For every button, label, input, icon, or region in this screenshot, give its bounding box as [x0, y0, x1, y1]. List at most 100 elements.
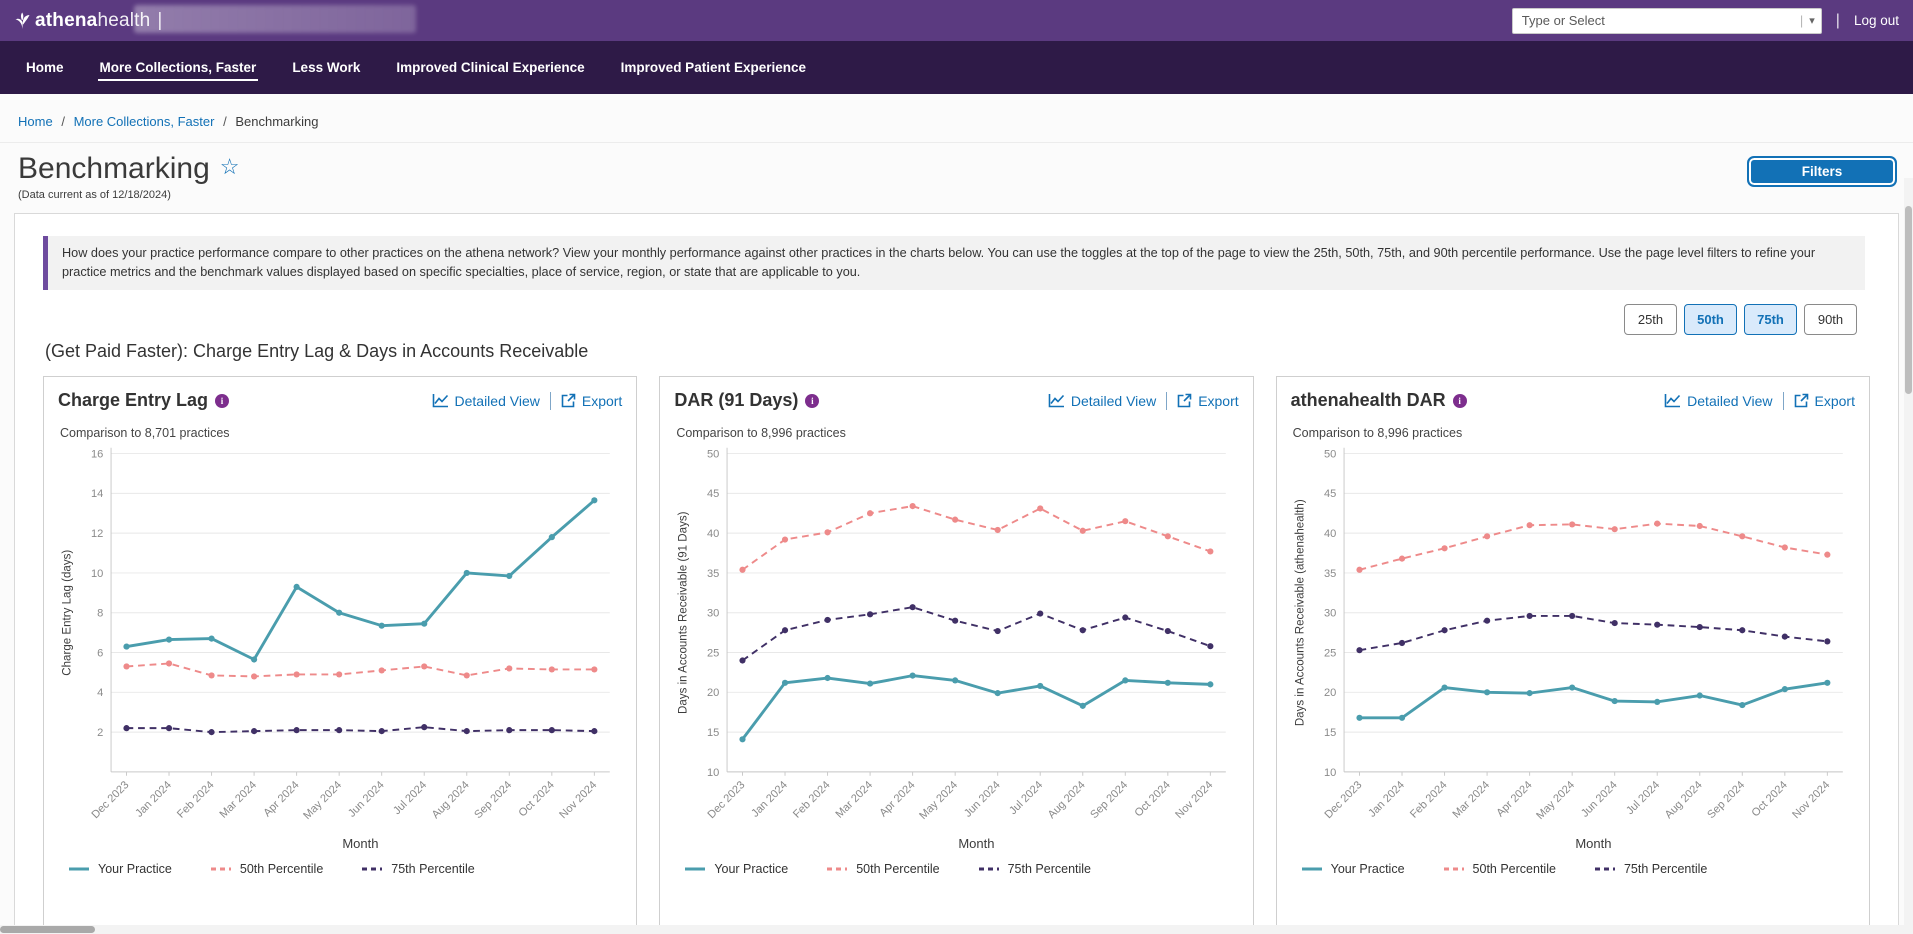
- chart-legend: Your Practice 50th Percentile 75th Perce…: [68, 862, 622, 876]
- svg-text:Dec 2023: Dec 2023: [1322, 779, 1364, 821]
- svg-text:15: 15: [1324, 727, 1336, 739]
- breadcrumb-separator: /: [61, 114, 65, 129]
- detailed-view-link[interactable]: Detailed View: [1664, 393, 1772, 409]
- link-divider: [550, 392, 551, 410]
- svg-text:20: 20: [1324, 687, 1336, 699]
- info-icon[interactable]: i: [1453, 394, 1467, 408]
- svg-text:Jan 2024: Jan 2024: [1366, 779, 1407, 820]
- benchmarking-panel: How does your practice performance compa…: [14, 213, 1899, 934]
- svg-text:Oct 2024: Oct 2024: [1133, 779, 1173, 819]
- detailed-view-link[interactable]: Detailed View: [432, 393, 540, 409]
- primary-nav: Home More Collections, Faster Less Work …: [0, 41, 1913, 94]
- intro-banner: How does your practice performance compa…: [43, 236, 1865, 290]
- svg-text:Dec 2023: Dec 2023: [706, 779, 748, 821]
- legend-your-practice: Your Practice: [1301, 862, 1405, 876]
- comparison-label: Comparison to 8,996 practices: [676, 426, 1238, 440]
- svg-text:Jul 2024: Jul 2024: [1624, 779, 1662, 817]
- svg-text:Days in Accounts Receivable (9: Days in Accounts Receivable (91 Days): [678, 511, 690, 714]
- svg-text:May 2024: May 2024: [918, 779, 961, 822]
- svg-text:Apr 2024: Apr 2024: [1494, 779, 1534, 819]
- card-title: athenahealth DAR: [1291, 390, 1446, 411]
- comparison-label: Comparison to 8,996 practices: [1293, 426, 1855, 440]
- nav-item-improved-clinical-experience[interactable]: Improved Clinical Experience: [382, 52, 598, 83]
- info-icon[interactable]: i: [215, 394, 229, 408]
- svg-text:Jun 2024: Jun 2024: [346, 779, 387, 820]
- chart-legend: Your Practice 50th Percentile 75th Perce…: [1301, 862, 1855, 876]
- svg-text:Month: Month: [342, 836, 378, 851]
- line-chart: 101520253035404550Dec 2023Jan 2024Feb 20…: [1291, 442, 1855, 860]
- svg-text:Feb 2024: Feb 2024: [791, 779, 833, 821]
- card-dar-91-days: DAR (91 Days) i Detailed View Export Com…: [659, 376, 1253, 932]
- svg-text:14: 14: [91, 488, 103, 500]
- breadcrumb-home[interactable]: Home: [18, 114, 53, 129]
- svg-text:Nov 2024: Nov 2024: [557, 779, 599, 821]
- export-link[interactable]: Export: [1177, 393, 1238, 409]
- svg-text:30: 30: [1324, 608, 1336, 620]
- svg-text:Month: Month: [1575, 836, 1611, 851]
- toggle-75th[interactable]: 75th: [1744, 304, 1797, 335]
- legend-your-practice: Your Practice: [684, 862, 788, 876]
- line-chart-icon: [1664, 393, 1681, 408]
- svg-text:Charge Entry Lag (days): Charge Entry Lag (days): [62, 550, 74, 676]
- svg-text:25: 25: [1324, 647, 1336, 659]
- vertical-scrollbar-thumb[interactable]: [1905, 206, 1912, 394]
- legend-75th-percentile: 75th Percentile: [978, 862, 1091, 876]
- toggle-90th[interactable]: 90th: [1804, 304, 1857, 335]
- context-select-placeholder: Type or Select: [1522, 13, 1800, 28]
- detailed-view-link[interactable]: Detailed View: [1048, 393, 1156, 409]
- line-chart: 101520253035404550Dec 2023Jan 2024Feb 20…: [674, 442, 1238, 860]
- link-divider: [1166, 392, 1167, 410]
- card-title: Charge Entry Lag: [58, 390, 208, 411]
- svg-text:Sep 2024: Sep 2024: [1089, 779, 1131, 821]
- svg-text:20: 20: [707, 687, 719, 699]
- legend-75th-percentile: 75th Percentile: [1594, 862, 1707, 876]
- nav-item-improved-patient-experience[interactable]: Improved Patient Experience: [607, 52, 820, 83]
- toggle-25th[interactable]: 25th: [1624, 304, 1677, 335]
- chevron-down-icon[interactable]: ▾: [1809, 14, 1815, 27]
- data-current-label: (Data current as of 12/18/2024): [18, 189, 240, 201]
- percentile-toggle-group: 25th 50th 75th 90th: [43, 304, 1857, 335]
- athenahealth-leaf-icon: [14, 12, 31, 30]
- svg-text:Jul 2024: Jul 2024: [1007, 779, 1045, 817]
- svg-text:Jul 2024: Jul 2024: [391, 779, 429, 817]
- svg-text:Apr 2024: Apr 2024: [878, 779, 918, 819]
- vertical-scrollbar[interactable]: [1904, 178, 1913, 925]
- card-charge-entry-lag: Charge Entry Lag i Detailed View Export …: [43, 376, 637, 932]
- horizontal-scrollbar-thumb[interactable]: [0, 926, 95, 933]
- nav-item-home[interactable]: Home: [12, 52, 78, 83]
- page-header: Benchmarking☆ (Data current as of 12/18/…: [0, 143, 1913, 201]
- context-select[interactable]: Type or Select | ▾: [1512, 8, 1822, 34]
- breadcrumb-more-collections-faster[interactable]: More Collections, Faster: [74, 114, 215, 129]
- svg-text:Days in Accounts Receivable (a: Days in Accounts Receivable (athenahealt…: [1294, 499, 1306, 726]
- svg-text:12: 12: [91, 528, 103, 540]
- svg-text:Dec 2023: Dec 2023: [89, 779, 131, 821]
- export-link[interactable]: Export: [1794, 393, 1855, 409]
- redacted-search-area[interactable]: [134, 5, 416, 33]
- info-icon[interactable]: i: [805, 394, 819, 408]
- svg-text:4: 4: [97, 687, 103, 699]
- svg-text:6: 6: [97, 647, 103, 659]
- svg-text:10: 10: [1324, 767, 1336, 779]
- brand-bold: athena: [35, 10, 97, 32]
- breadcrumb-separator: /: [223, 114, 227, 129]
- logout-link[interactable]: Log out: [1854, 13, 1899, 28]
- svg-text:May 2024: May 2024: [301, 779, 344, 822]
- svg-text:Month: Month: [959, 836, 995, 851]
- svg-text:40: 40: [1324, 528, 1336, 540]
- svg-text:Oct 2024: Oct 2024: [517, 779, 557, 819]
- legend-50th-percentile: 50th Percentile: [1443, 862, 1556, 876]
- svg-text:40: 40: [707, 528, 719, 540]
- svg-text:50: 50: [707, 449, 719, 461]
- svg-text:Feb 2024: Feb 2024: [1408, 779, 1450, 821]
- nav-item-less-work[interactable]: Less Work: [278, 52, 374, 83]
- horizontal-scrollbar[interactable]: [0, 925, 1913, 934]
- nav-item-more-collections-faster[interactable]: More Collections, Faster: [86, 52, 271, 83]
- filters-button[interactable]: Filters: [1747, 156, 1897, 187]
- export-link[interactable]: Export: [561, 393, 622, 409]
- svg-text:Jan 2024: Jan 2024: [133, 779, 174, 820]
- favorite-star-icon[interactable]: ☆: [220, 154, 240, 179]
- svg-text:Mar 2024: Mar 2024: [1450, 779, 1492, 821]
- svg-text:Aug 2024: Aug 2024: [1662, 779, 1704, 821]
- toggle-50th[interactable]: 50th: [1684, 304, 1737, 335]
- export-icon: [1794, 393, 1809, 408]
